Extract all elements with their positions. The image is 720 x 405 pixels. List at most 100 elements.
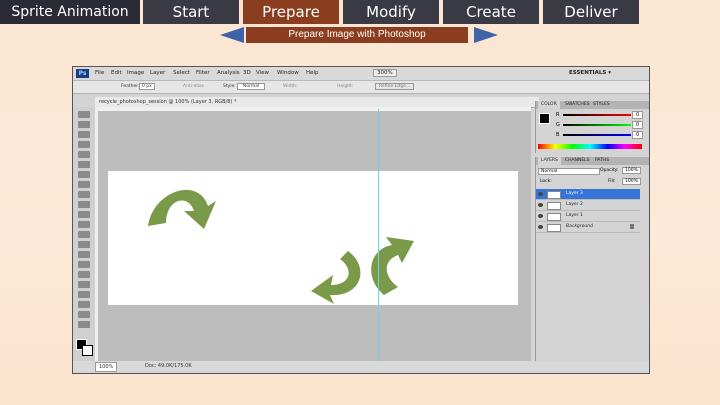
menu-analysis[interactable]: Analysis [217, 70, 240, 76]
shape-tool-icon[interactable] [78, 281, 90, 288]
3d-orbit-tool-icon[interactable] [78, 301, 90, 308]
menu-file[interactable]: File [95, 70, 104, 76]
tab-start[interactable]: Start [143, 0, 239, 24]
move-tool-icon[interactable] [78, 111, 90, 118]
tools-panel [73, 107, 96, 369]
blue-channel-label: B [556, 132, 560, 138]
eraser-tool-icon[interactable] [78, 211, 90, 218]
blue-value[interactable]: 0 [632, 131, 644, 139]
layer-thumbnail [547, 202, 561, 210]
workspace-switcher[interactable]: ESSENTIALS ▾ [569, 70, 611, 76]
tab-styles[interactable]: STYLES [590, 101, 613, 109]
tab-prepare[interactable]: Prepare [243, 0, 339, 24]
fill-input[interactable]: 100% [622, 178, 641, 185]
layer-thumbnail [547, 191, 561, 199]
visibility-eye-icon[interactable] [538, 203, 543, 207]
tab-modify[interactable]: Modify [343, 0, 439, 24]
hand-tool-icon[interactable] [78, 311, 90, 318]
previous-arrow[interactable] [220, 27, 244, 43]
tab-create[interactable]: Create [443, 0, 539, 24]
tab-paths[interactable]: PATHS [592, 157, 612, 165]
eyedropper-tool-icon[interactable] [78, 161, 90, 168]
3d-rotate-tool-icon[interactable] [78, 291, 90, 298]
menu-select[interactable]: Select [173, 70, 190, 76]
layer-row-layer-2[interactable]: Layer 2 [536, 200, 640, 211]
healing-tool-icon[interactable] [78, 171, 90, 178]
layer-name: Layer 1 [566, 213, 583, 218]
history-brush-tool-icon[interactable] [78, 201, 90, 208]
layer-name: Layer 3 [566, 191, 583, 196]
horizontal-ruler [95, 107, 531, 111]
fill-label: Fill: [608, 179, 616, 184]
style-select[interactable]: Normal [237, 83, 266, 90]
red-channel-label: R [556, 112, 560, 118]
tab-deliver[interactable]: Deliver [543, 0, 639, 24]
section-subtitle: Prepare Image with Photoshop [246, 27, 468, 43]
blend-mode-select[interactable]: Normal [538, 168, 600, 175]
photoshop-window: Ps File Edit Image Layer Select Filter A… [72, 66, 650, 374]
menu-image[interactable]: Image [127, 70, 144, 76]
stamp-tool-icon[interactable] [78, 191, 90, 198]
layers-panel-tabs: LAYERS CHANNELS PATHS [536, 157, 649, 165]
layers-panel: LAYERS CHANNELS PATHS Normal Opacity: 10… [535, 157, 649, 361]
layer-row-layer-1[interactable]: Layer 1 [536, 211, 640, 222]
panel-foreground-swatch[interactable] [539, 113, 550, 124]
tab-layers[interactable]: LAYERS [538, 157, 561, 165]
ruler-guide[interactable] [378, 109, 379, 361]
menu-3d[interactable]: 3D [243, 70, 251, 76]
green-value[interactable]: 0 [632, 121, 644, 129]
blue-slider[interactable] [563, 134, 631, 136]
arrow-icon-bottom-left [311, 251, 361, 304]
status-zoom[interactable]: 100% [95, 362, 118, 372]
tab-swatches[interactable]: SWATCHES [562, 101, 593, 109]
layer-row-background[interactable]: Background [536, 222, 640, 233]
dodge-tool-icon[interactable] [78, 241, 90, 248]
refine-edge-button[interactable]: Refine Edge... [375, 83, 415, 90]
quick-select-tool-icon[interactable] [78, 141, 90, 148]
menu-view[interactable]: View [256, 70, 269, 76]
menu-filter[interactable]: Filter [196, 70, 210, 76]
pen-tool-icon[interactable] [78, 251, 90, 258]
lasso-tool-icon[interactable] [78, 131, 90, 138]
type-tool-icon[interactable] [78, 261, 90, 268]
zoom-tool-icon[interactable] [78, 321, 90, 328]
lock-icon [630, 224, 634, 229]
presentation-title: Sprite Animation [0, 0, 140, 24]
visibility-eye-icon[interactable] [538, 192, 543, 196]
layer-thumbnail [547, 213, 561, 221]
document-image[interactable] [108, 171, 518, 305]
color-spectrum[interactable] [538, 144, 642, 149]
path-select-tool-icon[interactable] [78, 271, 90, 278]
tab-color[interactable]: COLOR [538, 101, 560, 109]
brush-tool-icon[interactable] [78, 181, 90, 188]
status-doc-size[interactable]: Doc: 49.0K/175.0K [145, 361, 192, 371]
menu-edit[interactable]: Edit [111, 70, 122, 76]
arrow-icon-top-left [148, 189, 216, 229]
layer-name: Background [566, 224, 593, 229]
crop-tool-icon[interactable] [78, 151, 90, 158]
next-arrow[interactable] [474, 27, 498, 43]
visibility-eye-icon[interactable] [538, 225, 543, 229]
menu-layer[interactable]: Layer [150, 70, 165, 76]
red-value[interactable]: 0 [632, 111, 644, 119]
layer-row-layer-3[interactable]: Layer 3 [536, 189, 640, 200]
visibility-eye-icon[interactable] [538, 214, 543, 218]
menu-window[interactable]: Window [277, 70, 299, 76]
marquee-tool-icon[interactable] [78, 121, 90, 128]
menu-help[interactable]: Help [306, 70, 319, 76]
green-slider[interactable] [563, 124, 631, 126]
gradient-tool-icon[interactable] [78, 221, 90, 228]
tab-channels[interactable]: CHANNELS [562, 157, 593, 165]
opacity-label: Opacity: [600, 168, 619, 173]
vertical-ruler [95, 109, 98, 361]
blur-tool-icon[interactable] [78, 231, 90, 238]
height-label: Height: [337, 84, 354, 89]
antialias-checkbox[interactable]: Anti-alias [183, 84, 204, 89]
red-slider[interactable] [563, 114, 631, 116]
opacity-input[interactable]: 100% [622, 167, 641, 174]
lock-label: Lock: [540, 179, 552, 184]
background-color-swatch[interactable] [82, 345, 93, 356]
zoom-level[interactable]: 300% [373, 69, 397, 77]
feather-input[interactable]: 0 px [139, 83, 155, 90]
width-label: Width: [283, 84, 298, 89]
